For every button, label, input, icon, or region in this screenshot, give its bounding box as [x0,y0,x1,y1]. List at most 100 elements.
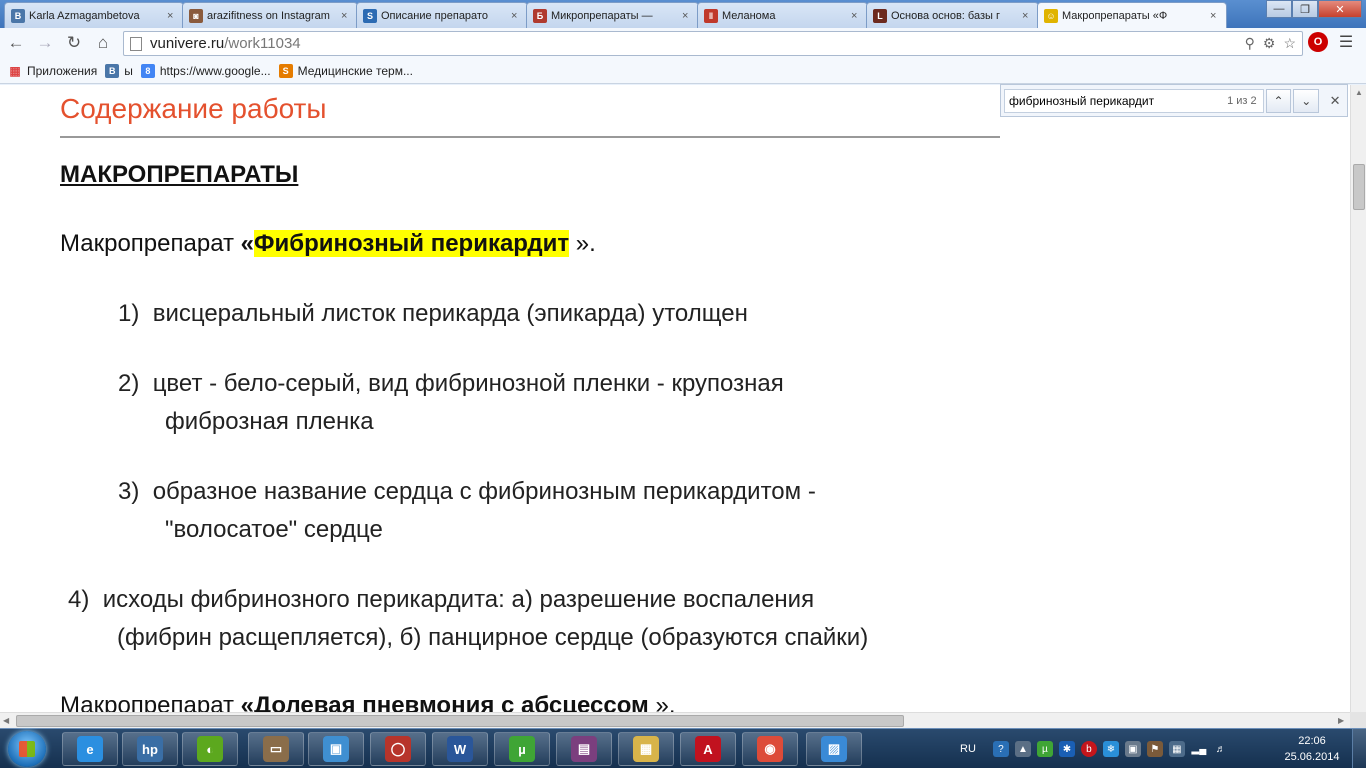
apps-bookmark[interactable]: ▦ Приложения [8,64,97,78]
smiley-icon: ☺ [1044,8,1058,23]
taskbar-item[interactable]: A [680,732,736,766]
horizontal-scrollbar[interactable]: ◀ ▶ [0,712,1350,728]
taskbar-item[interactable]: ◐ [182,732,238,766]
beats-icon[interactable]: b [1080,741,1097,757]
tab[interactable]: Б Микропрепараты — × [526,2,699,28]
bookmarks-bar: ▦ Приложения Вы 8 https://www.google... S Ме… [0,58,1366,84]
flag-icon[interactable]: ⚑ [1146,741,1163,757]
taskbar-item[interactable]: ◯ [370,732,426,766]
notification-icon[interactable]: ▲ [1014,741,1031,757]
bookmark-item[interactable]: 8 https://www.google... [140,63,271,78]
scroll-up-icon[interactable]: ▲ [1355,88,1363,97]
extension-icon[interactable]: O [1308,32,1328,52]
tab-strip: В Karla Azmagambetova × ◙ arazifitness on In… [0,0,1366,28]
maximize-button[interactable]: ❐ [1292,0,1318,18]
apps-grid-icon: ▦ [9,63,21,78]
translate-icon[interactable]: ⚙ [1263,35,1276,52]
tab-close-icon[interactable]: × [851,10,861,22]
clock-date: 25.06.2014 [1284,751,1340,763]
find-input[interactable]: фибринозный перикардит 1 из 2 [1004,88,1264,113]
tab-close-icon[interactable]: × [1022,10,1032,22]
taskbar-item[interactable]: ▦ [618,732,674,766]
tab-close-icon[interactable]: × [341,10,351,22]
page-icon: Б [533,8,547,23]
explorer-icon: ▦ [633,736,659,762]
tab-close-icon[interactable]: × [511,10,521,22]
tab[interactable]: S Описание препарато × [356,2,528,28]
taskbar-item[interactable]: e [62,732,118,766]
back-icon[interactable]: ← [3,30,29,56]
tab-label: Основа основ: базы г [891,9,1000,22]
taskbar-item[interactable]: ▣ [308,732,364,766]
taskbar-item[interactable]: ▤ [556,732,612,766]
volume-icon[interactable]: ♬ [1213,741,1229,757]
word-icon: W [447,736,473,762]
page-icon [130,36,142,51]
tab-close-icon[interactable]: × [167,10,177,22]
bookmark-item[interactable]: S Медицинские терм... [278,63,413,78]
taskbar-item[interactable]: µ [494,732,550,766]
find-next-button[interactable]: ⌄ [1293,88,1320,113]
taskbar-item[interactable]: ◉ [742,732,798,766]
minimize-button[interactable]: — [1266,0,1292,18]
vertical-scroll-thumb[interactable] [1353,164,1365,210]
vertical-scrollbar[interactable]: ▲ [1350,85,1366,712]
start-button[interactable] [8,731,46,767]
taskbar-item[interactable]: hp [122,732,178,766]
find-close-icon[interactable]: ✕ [1323,89,1347,113]
tab-label: Описание препарато [381,9,488,22]
bluetooth-icon[interactable]: ✱ [1058,741,1075,757]
tab[interactable]: ◙ arazifitness on Instagram × [182,2,358,28]
bookmark-item[interactable]: Вы [105,63,133,78]
title-divider [60,136,1000,138]
page-content: Содержание работы МАКРОПРЕПАРАТЫ Макропр… [0,85,1350,712]
scroll-left-icon[interactable]: ◀ [3,716,9,725]
close-window-button[interactable]: ✕ [1318,0,1362,18]
tab-label: Макропрепараты «Ф [1062,9,1168,22]
chrome-icon: ◉ [757,736,783,762]
signal-icon[interactable]: ▂▄ [1191,741,1207,757]
home-icon[interactable]: ⌂ [90,30,116,56]
taskbar-item[interactable]: ▭ [248,732,304,766]
tab-close-icon[interactable]: × [1210,10,1220,22]
paint-icon: ▨ [821,736,847,762]
clock-time: 22:06 [1298,735,1326,747]
tab[interactable]: L Основа основ: базы г × [866,2,1039,28]
page-heading: МАКРОПРЕПАРАТЫ [60,161,299,188]
taskbar: e hp ◐ ▭ ▣ ◯ Wµ ▤ ▦ A ◉ ▨ RU ? ▲ µ ✱ b ❄ ▣ ⚑ ▦ ▂▄ ♬… [0,728,1366,768]
help-icon[interactable]: ? [992,741,1009,757]
acrobat-icon: A [695,736,721,762]
clock[interactable]: 22:06 25.06.2014 [1280,733,1344,765]
bookmark-label: https://www.google... [159,63,271,78]
find-bar: фибринозный перикардит 1 из 2 ⌃ ⌄ ✕ [1000,84,1348,117]
scroll-corner [1350,712,1366,728]
taskbar-item[interactable]: ▨ [806,732,862,766]
tab[interactable]: В Karla Azmagambetova × [4,2,184,28]
scroll-right-icon[interactable]: ▶ [1338,716,1344,725]
zoom-icon[interactable]: ⚲ [1245,35,1255,52]
utorrent-tray-icon[interactable]: µ [1036,741,1053,757]
find-previous-button[interactable]: ⌃ [1265,88,1292,113]
tab[interactable]: ☺ Макропрепараты «Ф × [1037,2,1227,28]
horizontal-scroll-thumb[interactable] [16,715,904,727]
bookmark-favicon-icon: 8 [140,63,155,78]
language-indicator[interactable]: RU [960,743,976,755]
url-path: /work11034 [224,35,301,52]
bookmark-star-icon[interactable]: ☆ [1283,35,1296,52]
preparation-title: Макропрепарат «Фибринозный перикардит ». [60,230,596,257]
tab[interactable]: ‖ Меланома × [697,2,868,28]
show-desktop-button[interactable] [1352,729,1366,768]
address-bar[interactable]: vunivere.ru/work11034 ⚲ ⚙ ☆ [123,31,1303,56]
taskbar-item[interactable]: W [432,732,488,766]
ie-icon: e [77,736,103,762]
forward-icon[interactable]: → [32,30,58,56]
device-icon[interactable]: ▣ [1124,741,1141,757]
menu-icon[interactable]: ☰ [1336,32,1356,52]
network-icon[interactable]: ▦ [1168,741,1185,757]
preparation-title: Макропрепарат «Долевая пневмония с абсце… [60,692,676,712]
reload-icon[interactable]: ↻ [61,30,87,56]
snowflake-icon[interactable]: ❄ [1102,741,1119,757]
site-icon: L [873,8,887,23]
tab-close-icon[interactable]: × [682,10,692,22]
bookmark-favicon-icon: В [105,63,120,78]
